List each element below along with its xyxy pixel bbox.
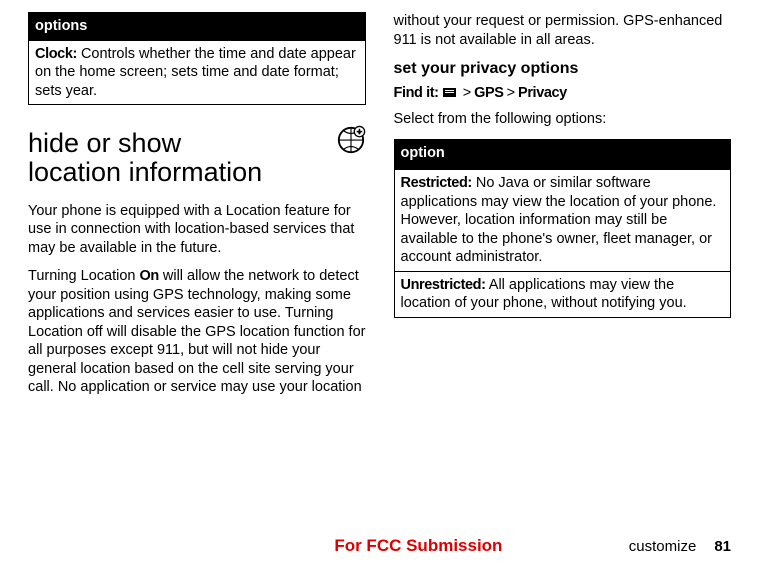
section-heading-line2: location information [28,157,262,187]
gt2: > [504,85,518,101]
page-number: 81 [714,537,731,556]
page: options Clock: Controls whether the time… [0,0,759,571]
footer-center: For FCC Submission [334,535,502,557]
row-label: Clock: [35,46,77,62]
option-row-unrestricted: Unrestricted: All applications may view … [395,271,731,317]
options-table: options Clock: Controls whether the time… [28,12,366,105]
right-column: without your request or permission. GPS-… [394,12,732,407]
section-heading-row: hide or show location information [28,119,366,195]
row-label: Restricted: [401,175,472,191]
options-table-head: options [29,13,365,40]
option-table-head: option [395,140,731,167]
left-para-1: Your phone is equipped with a Location f… [28,202,366,258]
findit-gps: GPS [474,85,503,101]
left-para-2-on: On [140,268,159,284]
row-label: Unrestricted: [401,277,486,293]
find-it-label: Find it: [394,85,439,101]
select-text: Select from the following options: [394,110,732,129]
gt1: > [460,85,474,101]
left-para-2b: will allow the network to detect your po… [28,268,365,395]
page-footer: For FCC Submission customize 81 [0,535,759,557]
left-para-2a: Turning Location [28,268,140,284]
globe-plus-icon: A [336,125,366,155]
left-para-2: Turning Location On will allow the netwo… [28,267,366,397]
options-table-row-clock: Clock: Controls whether the time and dat… [29,40,365,105]
option-row-restricted: Restricted: No Java or similar software … [395,169,731,271]
footer-right: customize 81 [629,537,731,556]
left-column: options Clock: Controls whether the time… [28,12,366,407]
section-heading: hide or show location information [28,129,262,187]
svg-text:A: A [357,130,361,136]
option-table: option Restricted: No Java or similar so… [394,139,732,318]
subsection-heading: set your privacy options [394,59,732,79]
two-column-layout: options Clock: Controls whether the time… [28,12,731,407]
menu-icon [443,88,456,97]
row-text: Controls whether the time and date appea… [35,46,356,99]
footer-section-label: customize [629,537,697,556]
findit-privacy: Privacy [518,85,567,101]
section-heading-line1: hide or show [28,128,181,158]
find-it-line: Find it: >GPS>Privacy [394,84,732,103]
right-top-para: without your request or permission. GPS-… [394,12,732,49]
